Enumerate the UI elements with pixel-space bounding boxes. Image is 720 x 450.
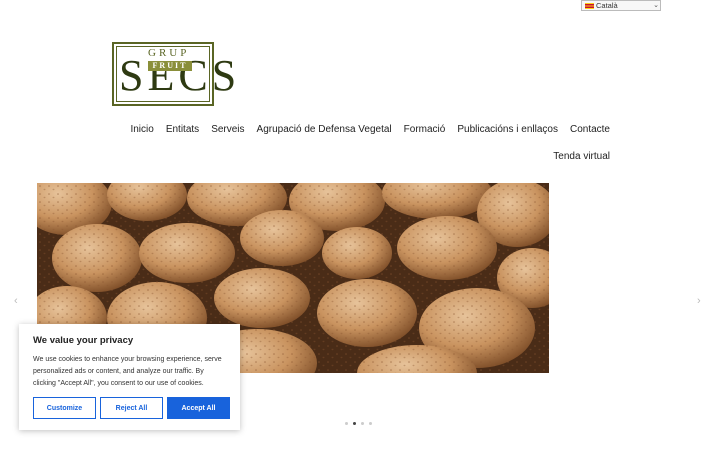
logo-fruit-text: FRUIT	[148, 61, 192, 71]
cookie-banner-text: We use cookies to enhance your browsing …	[33, 356, 222, 387]
slider-dot[interactable]	[361, 422, 364, 425]
nav-item-serveis[interactable]: Serveis	[205, 123, 250, 137]
cookie-banner-buttons: Customize Reject All Accept All	[33, 397, 230, 419]
site-logo[interactable]: SECS GRUP FRUIT	[112, 42, 236, 106]
nav-item-agrupacio[interactable]: Agrupació de Defensa Vegetal	[251, 123, 398, 137]
slider-dot[interactable]	[369, 422, 372, 425]
nav-item-contacte[interactable]: Contacte	[564, 123, 610, 137]
language-selected-label: Català	[596, 1, 618, 10]
main-navigation: Inicio Entitats Serveis Agrupació de Def…	[124, 123, 610, 137]
slider-dot-active[interactable]	[353, 422, 356, 425]
nav-item-tenda-virtual[interactable]: Tenda virtual	[553, 151, 610, 162]
slider-prev-icon[interactable]: ‹	[14, 295, 18, 307]
nav-item-formacio[interactable]: Formació	[398, 123, 452, 137]
logo-grup-text: GRUP	[148, 47, 190, 59]
customize-button[interactable]: Customize	[33, 397, 96, 419]
cookie-banner-title: We value your privacy	[33, 335, 134, 346]
chevron-down-icon: ⌄	[653, 2, 659, 9]
nav-item-publicacions[interactable]: Publicacións i enllaços	[451, 123, 564, 137]
slider-next-icon[interactable]: ›	[697, 295, 701, 307]
nav-item-inicio[interactable]: Inicio	[124, 123, 159, 137]
slider-dot[interactable]	[345, 422, 348, 425]
slider-pagination	[345, 422, 372, 425]
catalan-flag-icon	[585, 2, 594, 9]
accept-all-button[interactable]: Accept All	[167, 397, 230, 419]
cookie-consent-banner: We value your privacy We use cookies to …	[19, 324, 240, 430]
nav-item-entitats[interactable]: Entitats	[160, 123, 205, 137]
secondary-navigation: Tenda virtual	[553, 150, 610, 164]
reject-all-button[interactable]: Reject All	[100, 397, 163, 419]
language-selector[interactable]: Català ⌄	[581, 0, 661, 11]
